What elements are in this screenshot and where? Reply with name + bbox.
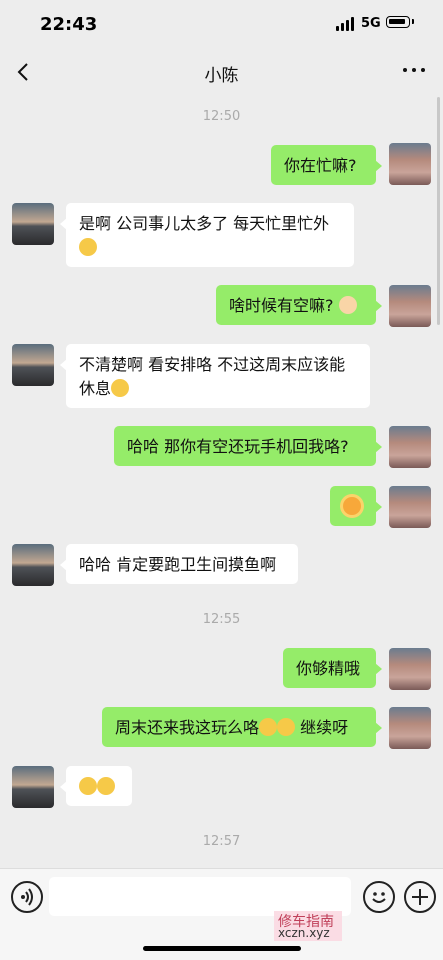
my-avatar[interactable] bbox=[389, 426, 431, 468]
message-bubble[interactable]: 你够精哦 bbox=[283, 648, 382, 688]
thinking-emoji-icon bbox=[111, 379, 130, 397]
my-avatar[interactable] bbox=[389, 143, 431, 185]
laughing-crying-emoji-icon bbox=[79, 238, 97, 256]
sun-emoji-icon bbox=[343, 497, 361, 515]
signal-icon bbox=[336, 17, 356, 31]
message-text: 啥时候有空嘛? bbox=[229, 296, 334, 315]
message-bubble[interactable] bbox=[60, 766, 132, 806]
flushed-emoji-icon bbox=[259, 718, 278, 736]
message-bubble[interactable]: 是啊 公司事儿太多了 每天忙里忙外 bbox=[60, 203, 354, 267]
message-bubble[interactable]: 周末还来我这玩么咯 继续呀 bbox=[102, 707, 382, 747]
message-bubble[interactable]: 啥时候有空嘛? bbox=[216, 285, 382, 325]
pleading-emoji-icon bbox=[338, 296, 357, 314]
flushed-emoji-icon bbox=[277, 718, 296, 736]
message-text: 休息 bbox=[79, 379, 112, 398]
more-options-icon[interactable] bbox=[403, 68, 425, 74]
contact-avatar[interactable] bbox=[12, 344, 54, 386]
message-text: 继续呀 bbox=[295, 718, 349, 737]
chat-header: 小陈 bbox=[0, 50, 443, 94]
my-avatar[interactable] bbox=[389, 285, 431, 327]
message-bubble[interactable] bbox=[330, 486, 382, 526]
message-text: 周末还来我这玩么咯 bbox=[115, 718, 260, 737]
contact-avatar[interactable] bbox=[12, 203, 54, 245]
my-avatar[interactable] bbox=[389, 707, 431, 749]
scrollbar[interactable] bbox=[437, 97, 440, 325]
message-text: 不清楚啊 看安排咯 不过这周末应该能 bbox=[79, 355, 346, 374]
message-bubble[interactable]: 哈哈 肯定要跑卫生间摸鱼啊 bbox=[60, 544, 298, 584]
home-indicator bbox=[143, 946, 301, 951]
timestamp: 12:50 bbox=[202, 109, 241, 124]
voice-input-icon[interactable] bbox=[11, 881, 43, 913]
timestamp: 12:57 bbox=[202, 834, 241, 849]
watermark: 修车指南 xczn.xyz bbox=[274, 911, 342, 941]
battery-icon bbox=[386, 16, 414, 28]
chat-title: 小陈 bbox=[204, 66, 239, 86]
timestamp: 12:55 bbox=[202, 612, 241, 627]
message-bubble[interactable]: 你在忙嘛? bbox=[271, 145, 382, 185]
input-bar bbox=[0, 868, 443, 960]
my-avatar[interactable] bbox=[389, 486, 431, 528]
status-time: 22:43 bbox=[40, 14, 98, 35]
status-bar: 22:43 5G bbox=[0, 0, 443, 50]
flushed-emoji-icon bbox=[97, 777, 115, 795]
emoji-picker-icon[interactable] bbox=[363, 881, 395, 913]
message-text: 是啊 公司事儿太多了 每天忙里忙外 bbox=[79, 214, 330, 233]
my-avatar[interactable] bbox=[389, 648, 431, 690]
watermark-url: xczn.xyz bbox=[278, 926, 330, 940]
message-bubble[interactable]: 不清楚啊 看安排咯 不过这周末应该能 休息 bbox=[60, 344, 370, 408]
message-bubble[interactable]: 哈哈 那你有空还玩手机回我咯? bbox=[114, 426, 382, 466]
flushed-emoji-icon bbox=[79, 777, 97, 795]
network-type: 5G bbox=[361, 16, 381, 31]
contact-avatar[interactable] bbox=[12, 544, 54, 586]
plus-icon[interactable] bbox=[404, 881, 436, 913]
contact-avatar[interactable] bbox=[12, 766, 54, 808]
